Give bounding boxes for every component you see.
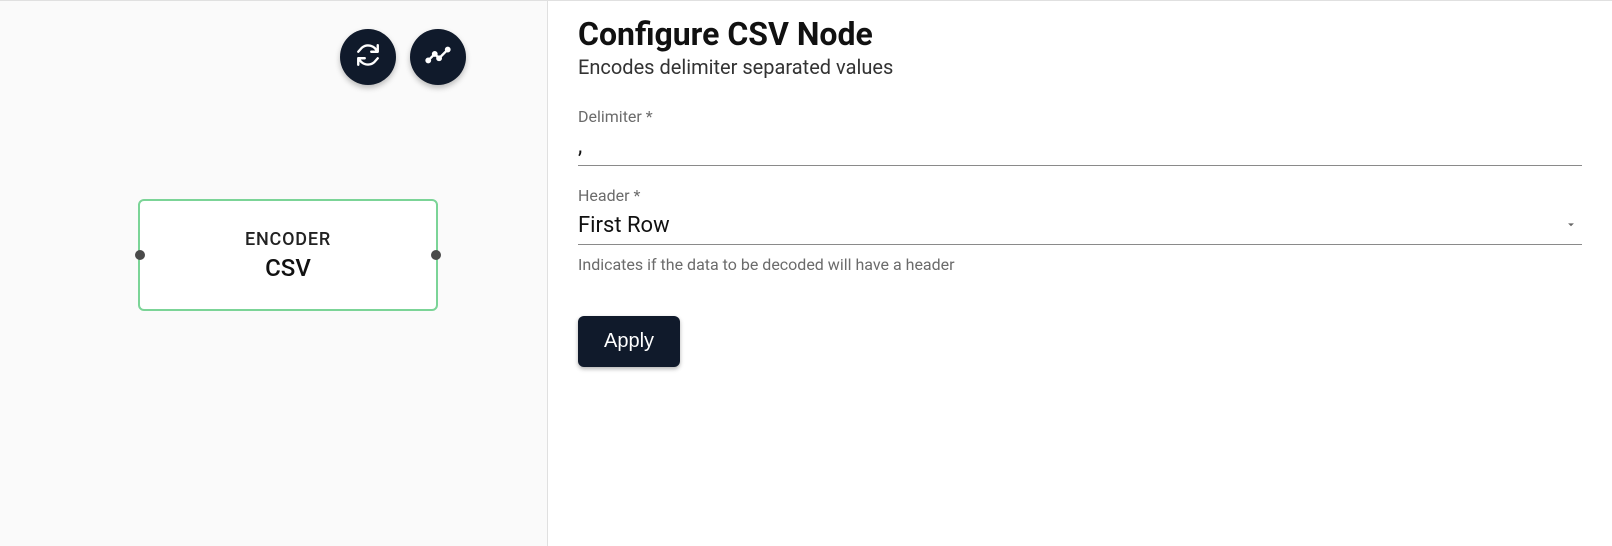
chart-button[interactable] — [410, 29, 466, 85]
canvas-panel[interactable]: ENCODER CSV — [0, 1, 548, 546]
app-container: ENCODER CSV Configure CSV Node Encodes d… — [0, 0, 1612, 546]
node-name-label: CSV — [265, 254, 311, 282]
header-label: Header * — [578, 186, 1582, 205]
header-field: Header * First Row Indicates if the data… — [578, 186, 1582, 274]
node-output-port[interactable] — [431, 250, 441, 260]
node-type-label: ENCODER — [245, 229, 331, 250]
apply-button[interactable]: Apply — [578, 316, 680, 367]
config-panel: Configure CSV Node Encodes delimiter sep… — [548, 1, 1612, 546]
header-hint: Indicates if the data to be decoded will… — [578, 255, 1582, 274]
node-input-port[interactable] — [135, 250, 145, 260]
delimiter-label: Delimiter * — [578, 107, 1582, 126]
header-select-wrap: First Row — [578, 207, 1582, 245]
refresh-icon — [355, 42, 381, 72]
chart-line-icon — [425, 42, 451, 72]
refresh-button[interactable] — [340, 29, 396, 85]
csv-encoder-node[interactable]: ENCODER CSV — [138, 199, 438, 311]
config-title: Configure CSV Node — [578, 15, 1582, 53]
delimiter-input[interactable] — [578, 128, 1582, 166]
delimiter-field: Delimiter * — [578, 107, 1582, 166]
config-subtitle: Encodes delimiter separated values — [578, 55, 1582, 79]
fab-row — [340, 29, 466, 85]
header-select[interactable]: First Row — [578, 207, 1582, 245]
